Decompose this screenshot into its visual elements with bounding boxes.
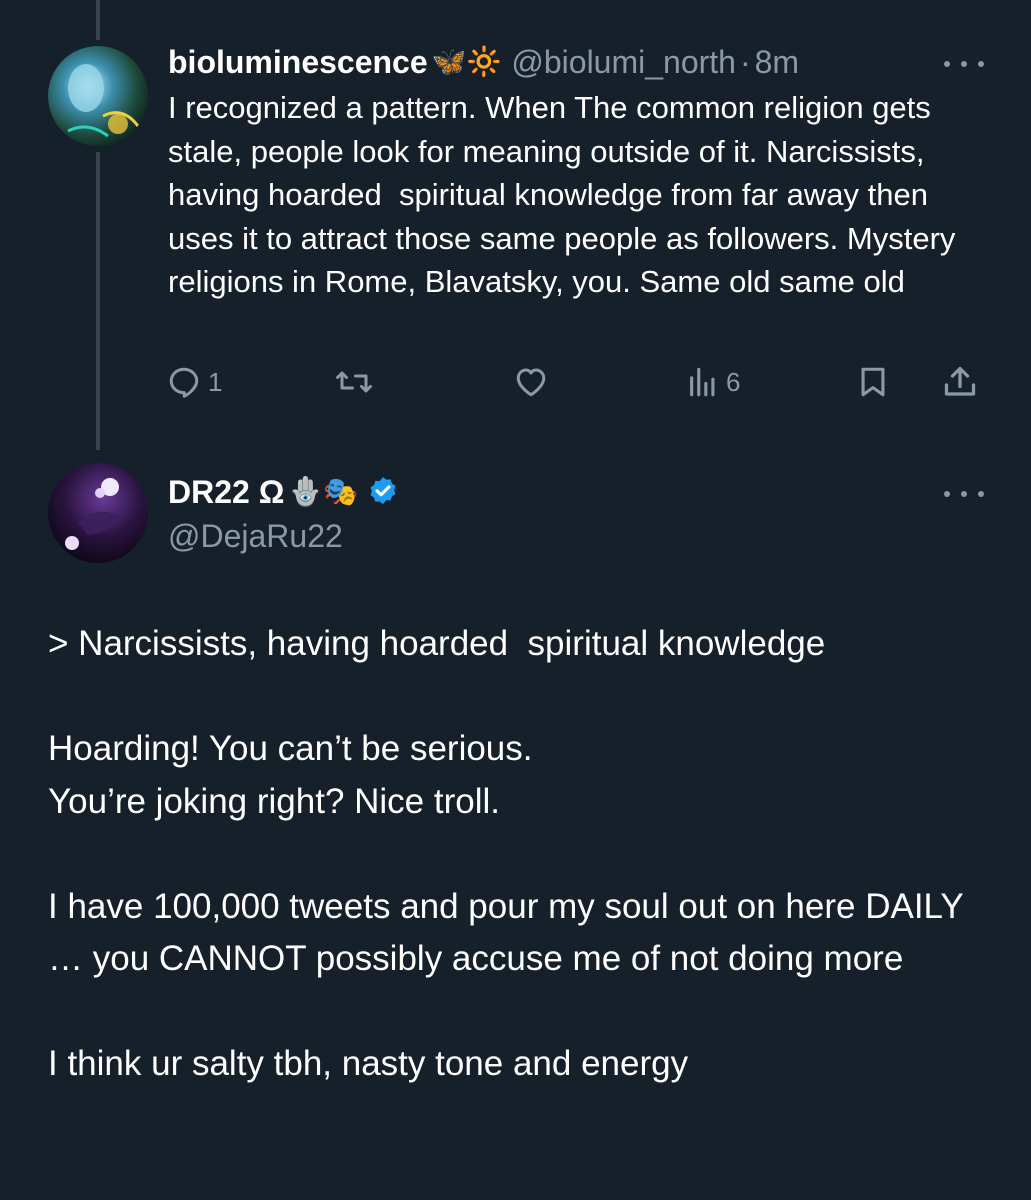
thread-line: [96, 152, 100, 450]
tweet-paragraph: Hoarding! You can’t be serious. You’re j…: [48, 729, 533, 821]
reply-count: 1: [208, 366, 223, 397]
reply-button[interactable]: 1: [166, 360, 222, 404]
tweet-text: > Narcissists, having hoarded spiritual …: [48, 618, 988, 1143]
avatar[interactable]: [48, 463, 148, 563]
thread-line: [96, 0, 100, 40]
reply-header: bioluminescence 🦋🔆 @biolumi_north · 8m: [168, 40, 799, 84]
timestamp[interactable]: 8m: [755, 40, 799, 84]
more-icon[interactable]: [944, 484, 984, 504]
name-emojis: 🦋🔆: [431, 46, 502, 77]
retweet-button[interactable]: [334, 360, 374, 404]
share-button[interactable]: [942, 360, 978, 404]
views-count: 6: [726, 366, 741, 397]
tweet-paragraph: > Narcissists, having hoarded spiritual …: [48, 624, 826, 663]
name-emojis: 🪬🎭: [288, 476, 359, 507]
retweet-icon: [336, 371, 372, 393]
more-icon[interactable]: [944, 54, 984, 74]
avatar[interactable]: [48, 46, 148, 146]
tweet-paragraph: I have 100,000 tweets and pour my soul o…: [48, 886, 973, 979]
handle[interactable]: @biolumi_north: [511, 40, 736, 84]
verified-badge-icon[interactable]: [366, 475, 400, 509]
bookmark-icon: [861, 367, 885, 397]
tweet-paragraph: I think ur salty tbh, nasty tone and ene…: [48, 1044, 689, 1083]
views-button[interactable]: 6: [686, 360, 740, 404]
handle[interactable]: @DejaRu22: [168, 514, 343, 558]
like-button[interactable]: [512, 360, 550, 404]
bookmark-button[interactable]: [856, 360, 890, 404]
views-icon: [690, 367, 715, 397]
like-icon: [516, 368, 546, 397]
share-icon: [944, 366, 976, 396]
display-name[interactable]: bioluminescence: [168, 40, 428, 84]
main-header: DR22 Ω 🪬🎭: [168, 470, 400, 514]
display-name[interactable]: DR22 Ω: [168, 470, 284, 514]
reply-icon: [169, 367, 199, 398]
tweet-text: I recognized a pattern. When The common …: [168, 90, 965, 299]
action-bar: 1 6: [166, 360, 986, 404]
separator-dot: ·: [739, 44, 751, 80]
